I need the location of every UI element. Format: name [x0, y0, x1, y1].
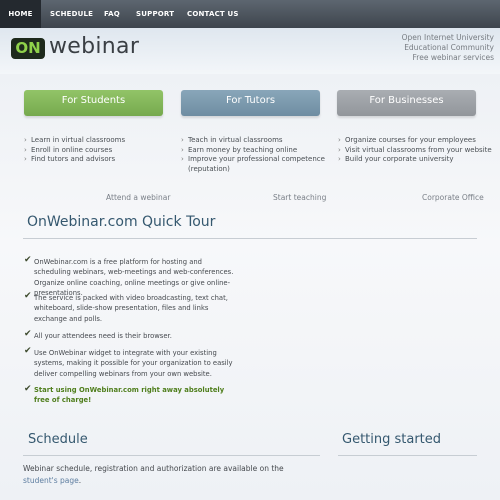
divider: [338, 455, 477, 456]
nav-contact-us[interactable]: CONTACT US: [187, 0, 239, 28]
nav-support[interactable]: SUPPORT: [136, 0, 174, 28]
for-tutors-button[interactable]: For Tutors: [181, 90, 320, 116]
getting-started-title: Getting started: [342, 432, 442, 447]
schedule-text-end: .: [78, 475, 82, 485]
list-item: Find tutors and advisors: [24, 155, 174, 165]
students-page-link[interactable]: student's page: [23, 476, 79, 485]
logo-text[interactable]: webinar: [49, 34, 139, 59]
list-item: Organize courses for your employees: [338, 136, 493, 146]
tagline-3: Free webinar services: [412, 53, 494, 62]
top-nav: HOME SCHEDULE FAQ SUPPORT CONTACT US: [0, 0, 500, 28]
tour-point-4: Use OnWebinar widget to integrate with y…: [34, 349, 233, 378]
list-item: Earn money by teaching online: [181, 146, 331, 156]
schedule-text: Webinar schedule, registration and autho…: [23, 463, 313, 486]
corporate-office-link[interactable]: Corporate Office: [422, 193, 484, 202]
logo-icon[interactable]: ON: [11, 38, 45, 59]
attend-webinar-link[interactable]: Attend a webinar: [106, 193, 170, 202]
list-item: Enroll in online courses: [24, 146, 174, 156]
tagline-2: Educational Community: [404, 43, 494, 52]
list-item: Visit virtual classrooms from your websi…: [338, 146, 493, 156]
divider: [23, 455, 320, 456]
list-item: Learn in virtual classrooms: [24, 136, 174, 146]
students-list: Learn in virtual classrooms Enroll in on…: [24, 136, 174, 165]
tour-point-2: The service is packed with video broadca…: [34, 294, 228, 323]
tutors-list: Teach in virtual classrooms Earn money b…: [181, 136, 331, 174]
list-item: Build your corporate university: [338, 155, 493, 165]
nav-faq[interactable]: FAQ: [104, 0, 120, 28]
check-icon: ✔: [24, 291, 32, 301]
check-icon: ✔: [24, 384, 32, 394]
nav-home[interactable]: HOME: [0, 0, 41, 28]
quick-tour-title: OnWebinar.com Quick Tour: [27, 214, 216, 230]
tagline-1: Open Internet University: [401, 33, 494, 42]
for-students-button[interactable]: For Students: [24, 90, 163, 116]
start-teaching-link[interactable]: Start teaching: [273, 193, 326, 202]
check-icon: ✔: [24, 346, 32, 356]
tour-point-5-link[interactable]: Start using OnWebinar.com right away abs…: [34, 385, 234, 406]
tour-point-3: All your attendees need is their browser…: [34, 332, 172, 340]
for-businesses-button[interactable]: For Businesses: [337, 90, 476, 116]
nav-schedule[interactable]: SCHEDULE: [50, 0, 93, 28]
check-icon: ✔: [24, 255, 32, 265]
list-item: Teach in virtual classrooms: [181, 136, 331, 146]
schedule-title: Schedule: [28, 432, 88, 447]
list-item: Improve your professional competence (re…: [181, 155, 331, 174]
check-icon: ✔: [24, 329, 32, 339]
businesses-list: Organize courses for your employees Visi…: [338, 136, 493, 165]
divider: [23, 238, 477, 239]
schedule-text-body: Webinar schedule, registration and autho…: [23, 464, 284, 473]
